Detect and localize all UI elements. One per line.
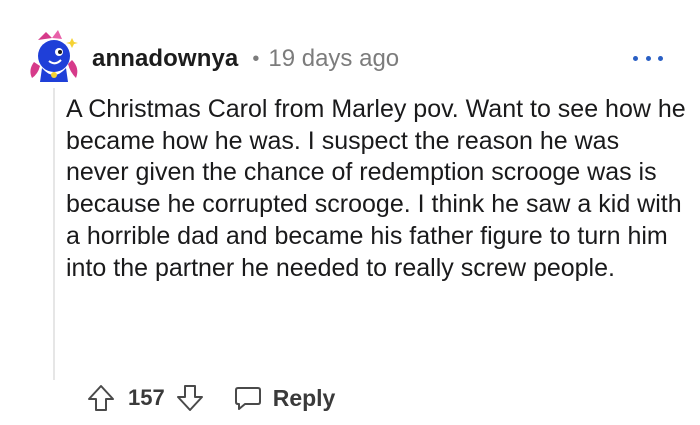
reply-button[interactable]: Reply [233, 383, 336, 413]
more-options-icon[interactable] [633, 46, 663, 70]
speech-bubble-icon [233, 383, 263, 413]
comment-actions: 157 Reply [86, 380, 335, 416]
username-link[interactable]: annadownya [92, 45, 238, 73]
thread-line[interactable] [53, 88, 55, 380]
more-dot [658, 55, 663, 61]
downvote-arrow-icon[interactable] [175, 383, 205, 413]
user-avatar-icon[interactable] [24, 26, 82, 84]
header-separator: • [252, 47, 260, 70]
more-dot [633, 55, 638, 61]
upvote-arrow-icon[interactable] [86, 383, 116, 413]
more-dot [645, 55, 651, 61]
reply-label: Reply [272, 384, 336, 411]
comment-card: annadownya • 19 days ago A Christmas Car… [0, 0, 700, 425]
comment-body: A Christmas Carol from Marley pov. Want … [66, 95, 686, 282]
comment-header: annadownya • 19 days ago [92, 42, 399, 76]
timestamp[interactable]: 19 days ago [268, 45, 399, 73]
vote-count: 157 [128, 385, 165, 410]
